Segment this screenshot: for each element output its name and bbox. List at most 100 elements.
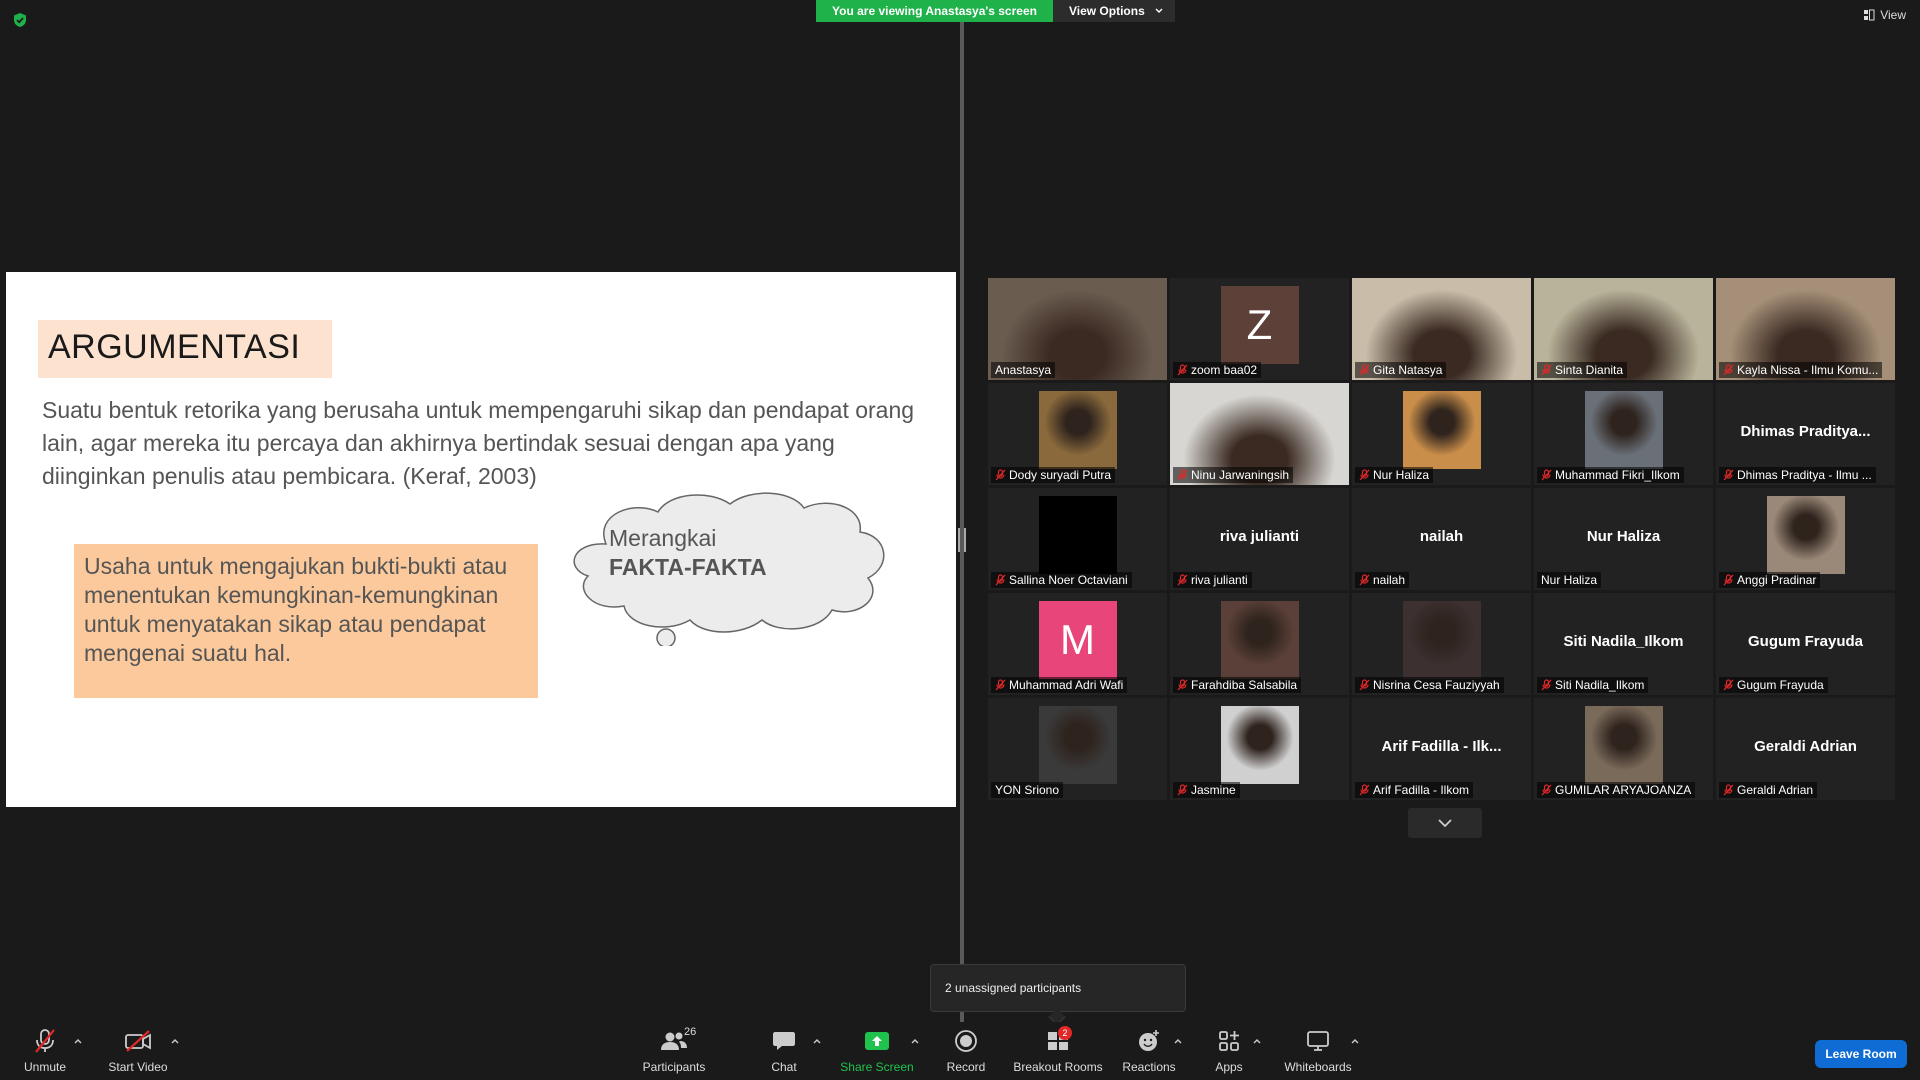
chat-bubble-icon bbox=[773, 1032, 795, 1050]
record-button[interactable]: Record bbox=[921, 1028, 1011, 1074]
audio-options-caret-icon[interactable] bbox=[73, 1036, 83, 1046]
apps-label: Apps bbox=[1215, 1060, 1243, 1074]
share-screen-arrow-icon bbox=[865, 1032, 889, 1050]
participant-display-name: Arif Fadilla - Ilk... bbox=[1381, 738, 1502, 755]
participant-name-label: Jasmine bbox=[1173, 782, 1240, 798]
participant-name: Anggi Pradinar bbox=[1737, 573, 1817, 587]
slide-title: ARGUMENTASI bbox=[48, 328, 301, 366]
participant-display-name: nailah bbox=[1419, 528, 1464, 545]
participant-tile[interactable]: Dhimas Praditya... Dhimas Praditya - Ilmu… bbox=[1716, 383, 1895, 485]
participant-gallery: Anastasya Zzoom baa02 Gita Natasya Sinta Di… bbox=[988, 278, 1898, 800]
microphone-muted-icon bbox=[1177, 574, 1188, 586]
reactions-options-caret-icon[interactable] bbox=[1173, 1036, 1183, 1046]
participant-name-label: zoom baa02 bbox=[1173, 362, 1262, 378]
participant-tile[interactable]: Anggi Pradinar bbox=[1716, 488, 1895, 590]
apps-button[interactable]: Apps bbox=[1184, 1028, 1274, 1074]
participant-tile[interactable]: Gugum Frayuda Gugum Frayuda bbox=[1716, 593, 1895, 695]
view-options-button[interactable]: View Options bbox=[1052, 0, 1175, 22]
view-label: View bbox=[1880, 8, 1906, 22]
participant-tile[interactable]: Siti Nadila_Ilkom Siti Nadila_Ilkom bbox=[1534, 593, 1713, 695]
participant-tile[interactable]: Sinta Dianita bbox=[1534, 278, 1713, 380]
share-screen-label: Share Screen bbox=[840, 1060, 914, 1074]
participant-display-name: Gugum Frayuda bbox=[1747, 633, 1863, 650]
participant-avatar: Z bbox=[1220, 286, 1299, 364]
microphone-muted-icon bbox=[1541, 679, 1552, 691]
whiteboards-label: Whiteboards bbox=[1284, 1060, 1352, 1074]
microphone-muted-icon bbox=[995, 679, 1006, 691]
participant-name-label: Muhammad Adri Wafi bbox=[991, 677, 1128, 693]
participant-name: Nur Haliza bbox=[1541, 573, 1598, 587]
grid-view-icon bbox=[1864, 9, 1875, 21]
participant-tile[interactable]: riva julianti riva julianti bbox=[1170, 488, 1349, 590]
participant-tile[interactable]: Kayla Nissa - Ilmu Komu... bbox=[1716, 278, 1895, 380]
participant-name: Dody suryadi Putra bbox=[1009, 468, 1112, 482]
microphone-muted-icon bbox=[1723, 679, 1734, 691]
share-options-caret-icon[interactable] bbox=[910, 1036, 920, 1046]
chat-button[interactable]: Chat bbox=[739, 1028, 829, 1074]
participants-count: 26 bbox=[684, 1026, 697, 1038]
participant-name: Sinta Dianita bbox=[1555, 363, 1624, 377]
participant-name-label: Anastasya bbox=[991, 362, 1056, 378]
participant-tile[interactable]: Nisrina Cesa Fauziyyah bbox=[1352, 593, 1531, 695]
chat-label: Chat bbox=[771, 1060, 797, 1074]
participant-tile[interactable]: Jasmine bbox=[1170, 698, 1349, 800]
participant-name: Nisrina Cesa Fauziyyah bbox=[1373, 678, 1500, 692]
divider-drag-handle[interactable] bbox=[958, 528, 966, 552]
participant-name-label: nailah bbox=[1355, 572, 1410, 588]
microphone-muted-icon bbox=[1177, 679, 1188, 691]
participant-tile[interactable]: YON Sriono bbox=[988, 698, 1167, 800]
breakout-rooms-button[interactable]: 2 Breakout Rooms bbox=[1013, 1026, 1103, 1074]
participants-button[interactable]: 26 Participants bbox=[629, 1026, 719, 1074]
record-icon bbox=[955, 1030, 977, 1052]
start-video-button[interactable]: Start Video bbox=[93, 1028, 183, 1074]
unmute-button[interactable]: Unmute bbox=[0, 1028, 90, 1074]
leave-room-button[interactable]: Leave Room bbox=[1815, 1040, 1907, 1068]
zoom-meeting-window: You are viewing Anastasya's screen View … bbox=[0, 0, 1920, 1080]
participant-name-label: Dhimas Praditya - Ilmu ... bbox=[1719, 467, 1876, 483]
participant-tile[interactable]: M Muhammad Adri Wafi bbox=[988, 593, 1167, 695]
participant-tile[interactable]: Ninu Jarwaningsih bbox=[1170, 383, 1349, 485]
participant-tile[interactable]: Geraldi Adrian Geraldi Adrian bbox=[1716, 698, 1895, 800]
apps-options-caret-icon[interactable] bbox=[1252, 1036, 1262, 1046]
participant-tile[interactable]: Nur Haliza bbox=[1352, 383, 1531, 485]
slide-definition-text: Suatu bentuk retorika yang berusaha untu… bbox=[42, 397, 915, 489]
security-shield-icon[interactable] bbox=[12, 12, 28, 28]
participant-tile[interactable]: Zzoom baa02 bbox=[1170, 278, 1349, 380]
participant-tile[interactable]: Dody suryadi Putra bbox=[988, 383, 1167, 485]
chat-options-caret-icon[interactable] bbox=[812, 1036, 822, 1046]
participant-name: Jasmine bbox=[1191, 783, 1236, 797]
whiteboards-options-caret-icon[interactable] bbox=[1350, 1036, 1360, 1046]
whiteboards-button[interactable]: Whiteboards bbox=[1273, 1028, 1363, 1074]
participant-tile[interactable]: Muhammad Fikri_Ilkom bbox=[1534, 383, 1713, 485]
microphone-muted-icon bbox=[1541, 364, 1552, 376]
participant-tile[interactable]: nailah nailah bbox=[1352, 488, 1531, 590]
video-options-caret-icon[interactable] bbox=[170, 1036, 180, 1046]
participant-profile-photo bbox=[1584, 706, 1663, 784]
view-layout-button[interactable]: View bbox=[1863, 8, 1906, 22]
participant-tile[interactable]: GUMILAR ARYAJOANZA bbox=[1534, 698, 1713, 800]
participant-name: zoom baa02 bbox=[1191, 363, 1258, 377]
microphone-muted-icon bbox=[1723, 784, 1734, 796]
participant-profile-photo bbox=[1038, 706, 1117, 784]
participant-name: Muhammad Fikri_Ilkom bbox=[1555, 468, 1680, 482]
viewing-screen-label: You are viewing Anastasya's screen bbox=[816, 0, 1053, 22]
participant-tile[interactable]: Sallina Noer Octaviani bbox=[988, 488, 1167, 590]
participant-tile[interactable]: Arif Fadilla - Ilk... Arif Fadilla - Ilko… bbox=[1352, 698, 1531, 800]
participant-name-label: Sallina Noer Octaviani bbox=[991, 572, 1132, 588]
participant-tile[interactable]: Farahdiba Salsabila bbox=[1170, 593, 1349, 695]
participant-name-label: Farahdiba Salsabila bbox=[1173, 677, 1302, 693]
participant-name-label: Nur Haliza bbox=[1355, 467, 1434, 483]
participant-display-name: Geraldi Adrian bbox=[1754, 738, 1857, 755]
split-view-divider[interactable] bbox=[960, 22, 964, 1022]
gallery-next-page-button[interactable] bbox=[1408, 808, 1482, 838]
participant-name: Muhammad Adri Wafi bbox=[1009, 678, 1124, 692]
shared-screen-slide: ARGUMENTASI Suatu bentuk retorika yang b… bbox=[6, 272, 956, 807]
reactions-button[interactable]: Reactions bbox=[1104, 1028, 1194, 1074]
participant-tile[interactable]: Nur Haliza Nur Haliza bbox=[1534, 488, 1713, 590]
participant-name-label: Geraldi Adrian bbox=[1719, 782, 1818, 798]
share-screen-button[interactable]: Share Screen bbox=[832, 1028, 922, 1074]
microphone-muted-icon bbox=[35, 1029, 55, 1053]
participant-tile[interactable]: Anastasya bbox=[988, 278, 1167, 380]
participant-tile[interactable]: Gita Natasya bbox=[1352, 278, 1531, 380]
participant-profile-photo bbox=[1584, 391, 1663, 469]
